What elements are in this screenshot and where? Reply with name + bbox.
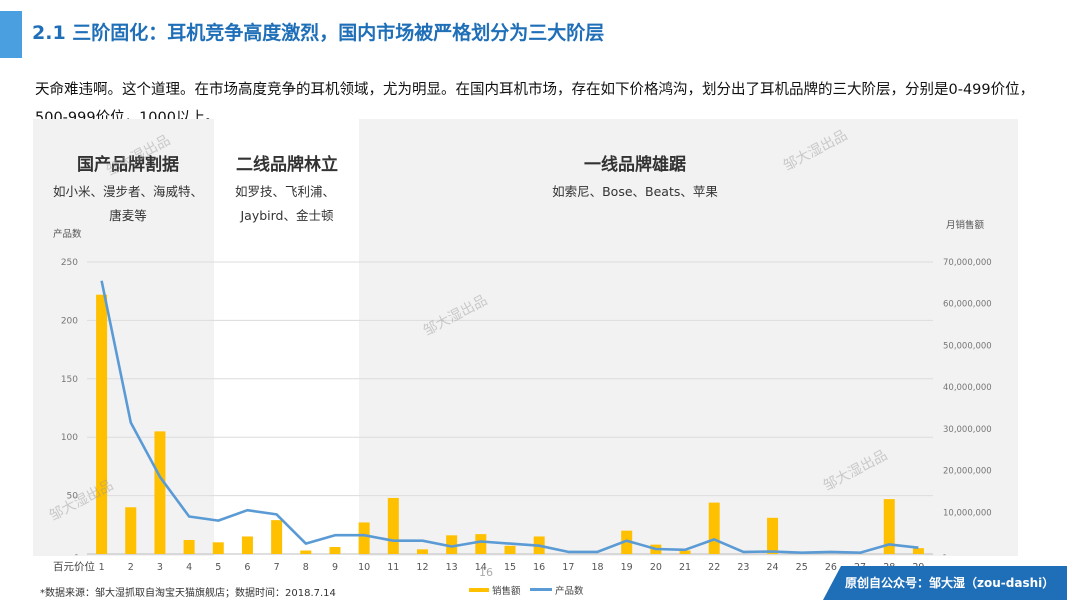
tier-desc-low-1: 如小米、漫步者、海威特、	[53, 184, 203, 199]
bar	[708, 502, 720, 554]
left-tick-label: 200	[61, 316, 78, 326]
legend-swatch-sales	[469, 588, 489, 592]
page-number: 16	[479, 566, 493, 579]
x-axis-ticks: 1 2 3 4 5 6 7 8 9 10 11 12 13 14 15 16 17 18 19 20 21 22 23 24 2…	[99, 562, 925, 573]
tier-heading-mid: 二线品牌林立	[236, 154, 338, 175]
x-tick-label: 25	[796, 562, 808, 573]
x-tick-label: 24	[767, 562, 779, 573]
x-tick-label: 11	[387, 562, 399, 573]
bar	[475, 534, 487, 554]
x-tick-label: 9	[332, 562, 338, 573]
right-tick-label: 30,000,000	[943, 425, 992, 435]
x-tick-label: 4	[186, 562, 192, 573]
bar	[767, 517, 779, 554]
chart-area: 国产品牌割据 如小米、漫步者、海威特、 唐麦等 二线品牌林立 如罗技、飞利浦、 …	[0, 0, 1067, 600]
combo-chart: 国产品牌割据 如小米、漫步者、海威特、 唐麦等 二线品牌林立 如罗技、飞利浦、 …	[33, 119, 1018, 597]
right-tick-label: 50,000,000	[943, 341, 992, 351]
tier-desc-mid-1: 如罗技、飞利浦、	[235, 184, 335, 199]
right-tick-label: 20,000,000	[943, 467, 992, 477]
x-tick-label: 5	[215, 562, 221, 573]
left-tick-label: -	[75, 550, 78, 560]
right-tick-label: 10,000,000	[943, 508, 992, 518]
x-tick-label: 2	[128, 562, 134, 573]
left-tick-label: 250	[61, 258, 78, 268]
x-tick-label: 23	[737, 562, 749, 573]
x-axis-title: 百元价位	[53, 560, 95, 573]
x-tick-label: 15	[504, 562, 516, 573]
legend-label-sales: 销售额	[492, 585, 521, 597]
x-tick-label: 10	[358, 562, 370, 573]
x-tick-label: 18	[591, 562, 603, 573]
right-tick-label: 70,000,000	[943, 258, 992, 268]
x-tick-label: 20	[650, 562, 662, 573]
x-tick-label: 16	[533, 562, 545, 573]
x-tick-label: 21	[679, 562, 691, 573]
legend-swatch-count	[530, 588, 552, 591]
legend-label-count: 产品数	[555, 585, 584, 597]
right-tick-label: -	[943, 550, 946, 560]
tier-heading-high: 一线品牌雄踞	[584, 154, 686, 175]
bar	[329, 546, 341, 554]
bar	[416, 549, 428, 554]
bar	[504, 545, 516, 554]
x-tick-label: 3	[157, 562, 163, 573]
brand-banner: 原创自公众号：邹大湿（zou-dashi）	[823, 566, 1067, 600]
x-tick-label: 13	[446, 562, 458, 573]
bar	[183, 539, 195, 554]
bar	[912, 548, 924, 554]
x-tick-label: 26	[825, 562, 837, 573]
bar	[241, 536, 253, 554]
bar	[358, 522, 370, 554]
x-tick-label: 17	[562, 562, 574, 573]
left-tick-label: 100	[61, 433, 78, 443]
legend: 销售额 产品数	[469, 585, 584, 597]
brand-label: 原创自公众号：邹大湿（zou-dashi）	[845, 576, 1055, 590]
tier-desc-high-1: 如索尼、Bose、Beats、苹果	[552, 184, 718, 199]
bar	[212, 542, 224, 554]
bar	[300, 550, 312, 554]
tier-desc-low-2: 唐麦等	[109, 208, 147, 223]
x-tick-label: 22	[708, 562, 720, 573]
bar	[154, 431, 166, 554]
x-tick-label: 12	[416, 562, 428, 573]
left-tick-label: 150	[61, 375, 78, 385]
right-tick-label: 40,000,000	[943, 383, 992, 393]
bar	[96, 294, 108, 554]
bar	[125, 507, 137, 554]
x-tick-label: 19	[621, 562, 633, 573]
right-tick-label: 60,000,000	[943, 300, 992, 310]
x-tick-label: 6	[244, 562, 250, 573]
x-tick-label: 1	[99, 562, 105, 573]
x-tick-label: 8	[303, 562, 309, 573]
bar	[271, 520, 283, 554]
x-tick-label: 7	[274, 562, 280, 573]
tier-desc-mid-2: Jaybird、金士顿	[239, 208, 334, 223]
bar	[387, 497, 399, 554]
right-axis-title: 月销售额	[946, 219, 985, 231]
left-axis-title: 产品数	[53, 228, 82, 240]
data-source-footnote: *数据来源：邹大湿抓取自淘宝天猫旗舰店；数据时间：2018.7.14	[40, 588, 336, 599]
